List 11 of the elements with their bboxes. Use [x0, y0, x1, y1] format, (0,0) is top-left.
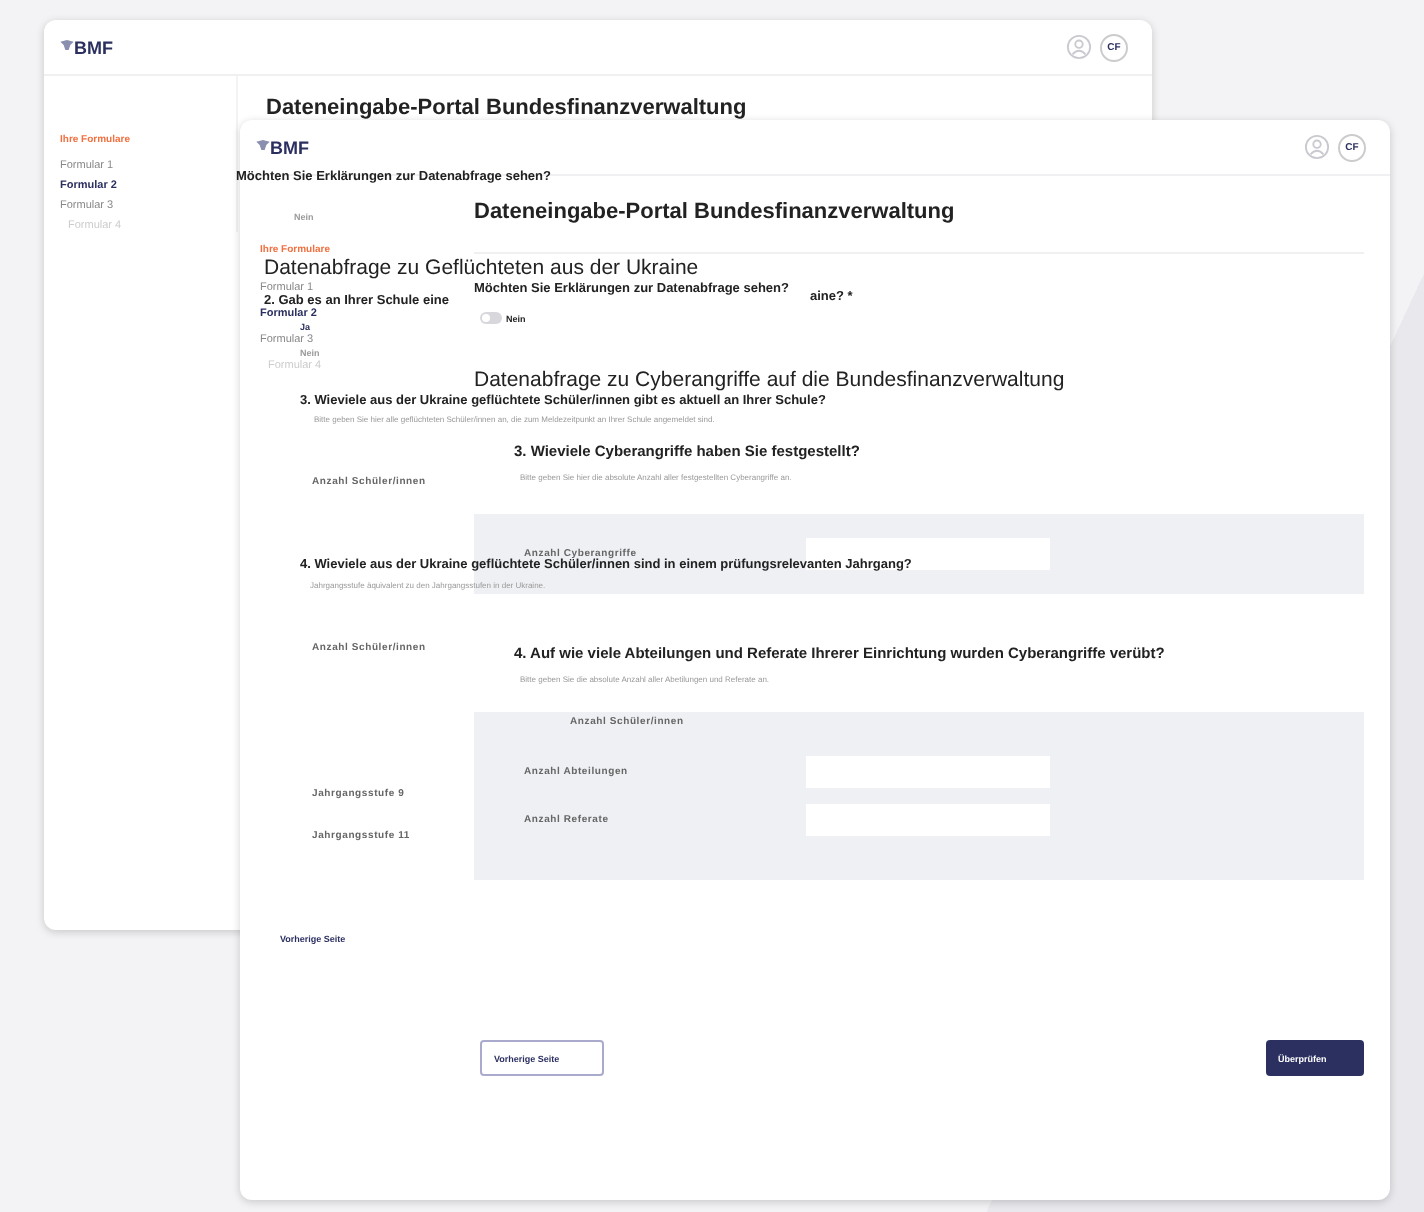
- section-heading: Datenabfrage zu Cyberangriffe auf die Bundesfinanzverwaltung: [474, 368, 1065, 392]
- page-title: Dateneingabe-Portal Bundesfinanzverwaltung: [266, 96, 747, 120]
- logo-text: BMF: [74, 37, 113, 57]
- eagle-icon: [60, 39, 74, 49]
- eagle-icon: [256, 139, 270, 149]
- page-title: Dateneingabe-Portal Bundesfinanzverwaltung: [474, 200, 955, 224]
- section-heading: Datenabfrage zu Geflüchteten aus der Ukraine: [264, 258, 699, 280]
- user-icon[interactable]: [1066, 34, 1092, 60]
- toggle-switch[interactable]: [480, 312, 502, 324]
- user-icon[interactable]: [1304, 134, 1330, 160]
- logo-text: BMF: [270, 137, 309, 157]
